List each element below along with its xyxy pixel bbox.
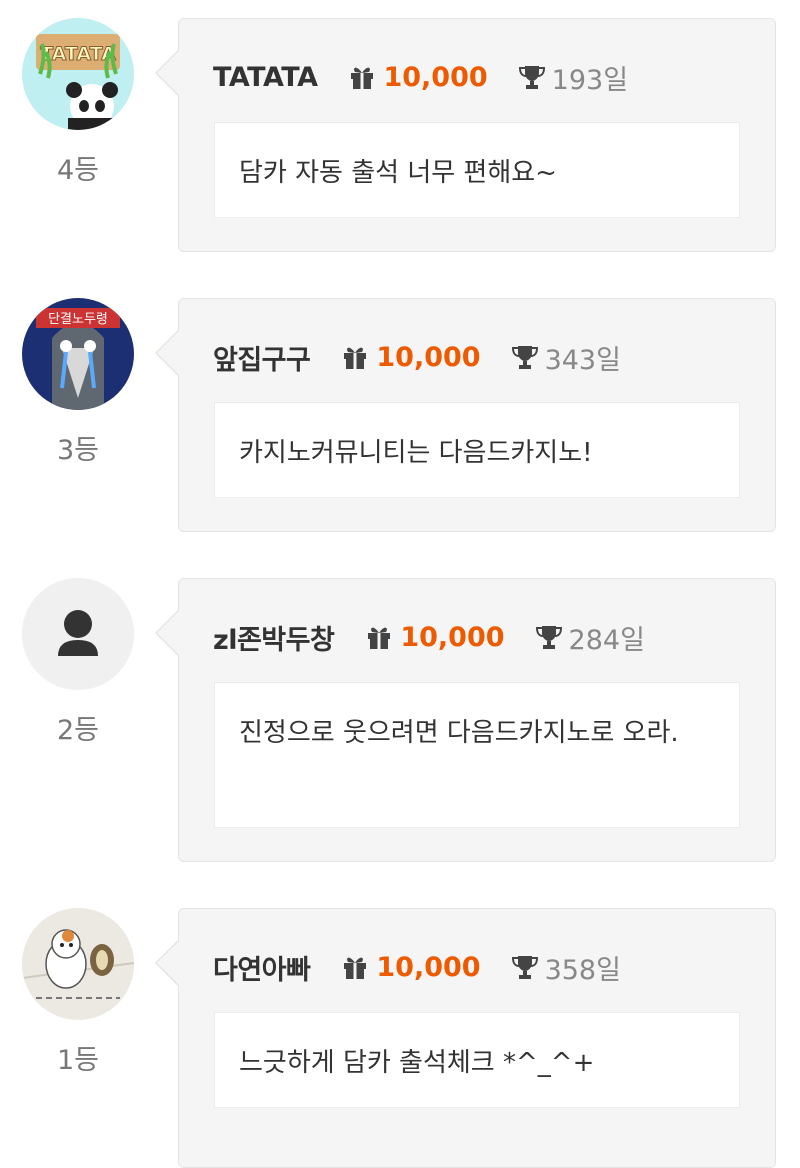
comment-message: 느긋하게 담카 출석체크 *^_^+ (214, 1012, 740, 1108)
comment-meta: TATATA 10,000 193일 (213, 57, 628, 97)
username[interactable]: TATATA (213, 62, 318, 93)
username[interactable]: 다연아빠 (213, 948, 311, 987)
attendance-list: TATATA 4등 TATATA 10,000 193일 담카 자동 출석 너무… (0, 0, 800, 1168)
rank-label: 3등 (56, 435, 100, 466)
comment-message: 진정으로 웃으려면 다음드카지노로 오라. (214, 682, 740, 828)
avatar-sign-text: TATATA (40, 43, 116, 65)
trophy-icon (518, 64, 546, 90)
rank-label: 1등 (56, 1045, 100, 1076)
avatar[interactable]: TATATA (22, 18, 134, 130)
username[interactable]: zl존박두창 (213, 618, 335, 657)
avatar-banner-text: 단결노두령 (48, 312, 108, 327)
comment-message: 카지노커뮤니티는 다음드카지노! (214, 402, 740, 498)
comment-card: 앞집구구 10,000 343일 카지노커뮤니티는 다음드카지노! (155, 298, 776, 532)
trophy-icon (535, 624, 563, 650)
gift-icon (349, 65, 375, 89)
attendance-days: 284일 (568, 624, 645, 656)
points-value: 10,000 (376, 341, 481, 373)
user-icon (22, 578, 134, 690)
rank-label: 4등 (56, 155, 100, 186)
comment-meta: zl존박두창 10,000 284일 (213, 617, 645, 657)
username[interactable]: 앞집구구 (213, 338, 311, 377)
comment-meta: 다연아빠 10,000 358일 (213, 947, 621, 987)
gift-icon (366, 625, 392, 649)
gift-icon (342, 345, 368, 369)
comment-card: 다연아빠 10,000 358일 느긋하게 담카 출석체크 *^_^+ (155, 908, 776, 1168)
points-value: 10,000 (376, 951, 481, 983)
comment-meta: 앞집구구 10,000 343일 (213, 337, 621, 377)
rank-label: 2등 (56, 715, 100, 746)
trophy-icon (511, 344, 539, 370)
points-value: 10,000 (400, 621, 505, 653)
attendance-days: 343일 (544, 344, 621, 376)
gift-icon (342, 955, 368, 979)
comment-message: 담카 자동 출석 너무 편해요~ (214, 122, 740, 218)
avatar[interactable] (22, 908, 134, 1020)
attendance-days: 358일 (544, 954, 621, 986)
points-value: 10,000 (383, 61, 488, 93)
avatar[interactable]: 단결노두령 (22, 298, 134, 410)
attendance-days: 193일 (551, 64, 629, 96)
comment-card: TATATA 10,000 193일 담카 자동 출석 너무 편해요~ (155, 18, 776, 252)
avatar[interactable] (22, 578, 134, 690)
comment-card: zl존박두창 10,000 284일 진정으로 웃으려면 다음드카지노로 오라. (155, 578, 776, 862)
trophy-icon (511, 954, 539, 980)
